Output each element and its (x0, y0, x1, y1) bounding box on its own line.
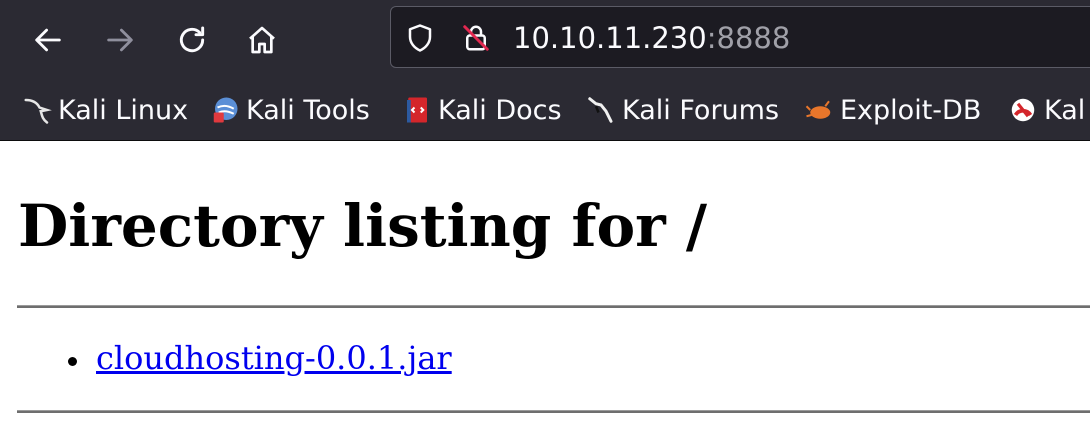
page-title: Directory listing for / (18, 192, 708, 260)
kali-dragon-icon (22, 95, 52, 125)
divider (17, 305, 1090, 308)
url-bar[interactable]: 10.10.11.230:8888 (390, 6, 1090, 68)
url-port: :8888 (706, 21, 791, 55)
arrow-right-icon (107, 28, 133, 52)
home-icon (249, 26, 275, 54)
bookmark-exploit-db[interactable]: Exploit-DB (804, 92, 981, 128)
kali-tools-icon (210, 95, 240, 125)
shield-icon[interactable] (405, 23, 435, 53)
url-host: 10.10.11.230 (513, 21, 707, 55)
bookmark-label: Kali Linux (58, 94, 189, 126)
bookmark-kali-nethunter[interactable]: Kal (1008, 92, 1085, 128)
arrow-left-icon (35, 28, 61, 52)
url-text[interactable]: 10.10.11.230:8888 (513, 21, 790, 55)
page-content: Directory listing for / cloudhosting-0.0… (0, 141, 1090, 428)
insecure-lock-icon[interactable] (461, 23, 491, 53)
list-bullet (68, 357, 77, 366)
bookmark-label: Kali Docs (438, 94, 562, 126)
kali-docs-icon (402, 95, 432, 125)
forward-button[interactable] (98, 18, 142, 62)
kali-nethunter-icon (1008, 95, 1038, 125)
reload-icon (179, 26, 205, 53)
bookmark-label: Kali Forums (622, 94, 780, 126)
reload-button[interactable] (170, 18, 214, 62)
bookmark-kali-forums[interactable]: Kali Forums (586, 92, 779, 128)
back-button[interactable] (26, 18, 70, 62)
divider (17, 410, 1090, 413)
bookmarks-toolbar: Kali Linux Kali Tools Kali Docs Kali For… (0, 80, 1090, 141)
bookmark-kali-docs[interactable]: Kali Docs (402, 92, 562, 128)
home-button[interactable] (240, 18, 284, 62)
bookmark-kali-linux[interactable]: Kali Linux (22, 92, 188, 128)
bookmark-label: Exploit-DB (840, 94, 982, 126)
browser-toolbar: 10.10.11.230:8888 (0, 0, 1090, 80)
bookmark-label: Kal (1044, 94, 1086, 126)
bookmark-kali-tools[interactable]: Kali Tools (210, 92, 370, 128)
kali-forums-icon (586, 95, 616, 125)
exploit-db-icon (804, 95, 834, 125)
bookmark-label: Kali Tools (246, 94, 370, 126)
file-link[interactable]: cloudhosting-0.0.1.jar (96, 337, 452, 379)
